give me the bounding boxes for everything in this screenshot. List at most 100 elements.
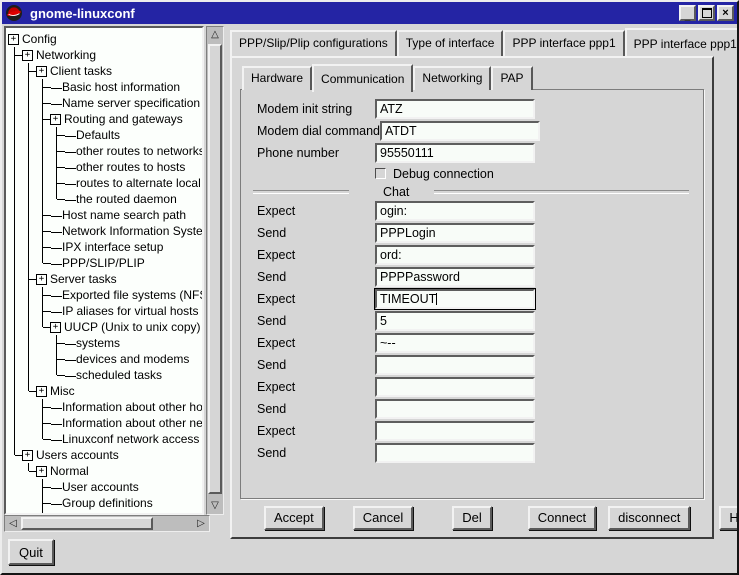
tree-connector — [36, 319, 50, 335]
tree-expander-icon[interactable]: + — [22, 50, 33, 61]
del-button[interactable]: Del — [452, 506, 492, 530]
connect-button[interactable]: Connect — [528, 506, 596, 530]
chat-send-input-6[interactable]: 5 — [375, 311, 535, 331]
tree-item[interactable]: IP aliases for virtual hosts — [8, 303, 202, 319]
tree-expander-icon[interactable]: + — [50, 322, 61, 333]
cancel-button[interactable]: Cancel — [353, 506, 413, 530]
chat-row: ExpectTIMEOUT — [241, 288, 703, 310]
tree-item[interactable]: Exported file systems (NFS) — [8, 287, 202, 303]
tree-item[interactable]: the routed daemon — [8, 191, 202, 207]
tree-item[interactable]: +Normal — [8, 463, 202, 479]
chat-expect-input-1[interactable]: ogin: — [375, 201, 535, 221]
chat-send-input-2[interactable]: PPPLogin — [375, 223, 535, 243]
tree-item[interactable]: Network Information System — [8, 223, 202, 239]
horizontal-scrollbar-thumb[interactable] — [21, 517, 153, 530]
tree-item[interactable]: devices and modems — [8, 351, 202, 367]
outer-tab-ppp-interface-ppp1[interactable]: PPP interface ppp1 — [503, 30, 624, 56]
tree-item[interactable]: Host name search path — [8, 207, 202, 223]
tree-item-label: the routed daemon — [76, 192, 177, 206]
scroll-down-icon[interactable]: ▽ — [207, 499, 223, 513]
tree-item[interactable]: Name server specification ( — [8, 95, 202, 111]
chat-expect-input-7[interactable]: ~-- — [375, 333, 535, 353]
tree-horizontal-scrollbar[interactable]: ◁ ▷ — [4, 515, 210, 532]
tree-item[interactable]: +Config — [8, 31, 202, 47]
tree-expander-icon[interactable]: + — [50, 114, 61, 125]
tree-item[interactable]: +Misc — [8, 383, 202, 399]
inner-tab-pap[interactable]: PAP — [491, 66, 532, 90]
tree-item[interactable]: Group definitions — [8, 495, 202, 511]
tree-item[interactable]: +Networking — [8, 47, 202, 63]
tree-item[interactable]: Basic host information — [8, 79, 202, 95]
inner-tab-networking[interactable]: Networking — [413, 66, 491, 90]
outer-tab-ppp-interface-ppp1-2[interactable]: PPP interface ppp1 — [625, 28, 737, 56]
tree-connector — [36, 479, 50, 495]
tree-item[interactable]: IPX interface setup — [8, 239, 202, 255]
vertical-scrollbar-thumb[interactable] — [208, 44, 222, 494]
quit-button[interactable]: Quit — [8, 539, 54, 565]
outer-tab-ppp-slip-plip-configurations[interactable]: PPP/Slip/Plip configurations — [230, 30, 397, 56]
chat-expect-input-3[interactable]: ord: — [375, 245, 535, 265]
tree-connector — [50, 351, 64, 367]
chat-expect-input-5[interactable]: TIMEOUT — [375, 289, 535, 309]
tree-guide — [8, 223, 22, 239]
phone-number-input[interactable]: 95550111 — [375, 143, 535, 163]
inner-tab-communication[interactable]: Communication — [312, 64, 413, 92]
tree-item[interactable]: Information about other netw — [8, 415, 202, 431]
tree-item[interactable]: User accounts — [8, 479, 202, 495]
accept-button[interactable]: Accept — [264, 506, 324, 530]
tree-guide — [36, 351, 50, 367]
tree-item[interactable]: +UUCP (Unix to unix copy) — [8, 319, 202, 335]
chat-send-input-12[interactable] — [375, 443, 535, 463]
tree-guide — [8, 287, 22, 303]
chat-expect-input-9[interactable] — [375, 377, 535, 397]
chat-send-label: Send — [257, 358, 375, 372]
scroll-left-icon[interactable]: ◁ — [6, 516, 20, 531]
scroll-up-icon[interactable]: △ — [207, 28, 223, 42]
tree-item[interactable]: routes to alternate local ne — [8, 175, 202, 191]
tree-guide — [8, 415, 22, 431]
tree-item[interactable]: systems — [8, 335, 202, 351]
tree-expander-icon[interactable]: + — [22, 450, 33, 461]
help-button[interactable]: Help — [719, 506, 739, 530]
tree-item[interactable]: Information about other host — [8, 399, 202, 415]
outer-tab-type-of-interface[interactable]: Type of interface — [397, 30, 504, 56]
tree-item[interactable]: other routes to networks — [8, 143, 202, 159]
tree-item[interactable]: other routes to hosts — [8, 159, 202, 175]
tree-item-label: systems — [76, 336, 120, 350]
modem-init-string-input[interactable]: ATZ — [375, 99, 535, 119]
tree-item[interactable]: +Routing and gateways — [8, 111, 202, 127]
chat-expect-input-11[interactable] — [375, 421, 535, 441]
tree-expander-icon[interactable]: + — [36, 274, 47, 285]
tree-item[interactable]: +Server tasks — [8, 271, 202, 287]
tree-guide — [8, 431, 22, 447]
tree-item[interactable]: PPP/SLIP/PLIP — [8, 255, 202, 271]
modem-dial-command-input[interactable]: ATDT — [380, 121, 540, 141]
tree-expander-icon[interactable]: + — [36, 386, 47, 397]
config-tree[interactable]: +Config+Networking+Client tasksBasic hos… — [4, 26, 204, 515]
titlebar[interactable]: gnome-linuxconf _ × — [2, 2, 737, 24]
tree-expander-icon[interactable]: + — [36, 66, 47, 77]
tree-guide — [22, 367, 36, 383]
tree-item[interactable]: scheduled tasks — [8, 367, 202, 383]
tree-connector — [50, 191, 64, 207]
tree-item[interactable]: Linuxconf network access — [8, 431, 202, 447]
tree-expander-icon[interactable]: + — [8, 34, 19, 45]
chat-send-input-8[interactable] — [375, 355, 535, 375]
tree-item[interactable]: +Users accounts — [8, 447, 202, 463]
maximize-button[interactable] — [698, 5, 715, 21]
tree-item[interactable]: +Client tasks — [8, 63, 202, 79]
tree-connector — [50, 335, 64, 351]
inner-tab-hardware[interactable]: Hardware — [242, 66, 312, 90]
chat-send-input-10[interactable] — [375, 399, 535, 419]
text-caret — [436, 293, 437, 305]
debug-connection-checkbox[interactable] — [375, 168, 386, 179]
minimize-button[interactable]: _ — [679, 5, 696, 21]
tree-vertical-scrollbar[interactable]: △ ▽ — [206, 26, 224, 515]
scroll-right-icon[interactable]: ▷ — [194, 516, 208, 531]
debug-connection-label: Debug connection — [393, 167, 494, 181]
close-button[interactable]: × — [717, 5, 734, 21]
tree-expander-icon[interactable]: + — [36, 466, 47, 477]
tree-item[interactable]: Defaults — [8, 127, 202, 143]
chat-send-input-4[interactable]: PPPPassword — [375, 267, 535, 287]
disconnect-button[interactable]: disconnect — [608, 506, 690, 530]
